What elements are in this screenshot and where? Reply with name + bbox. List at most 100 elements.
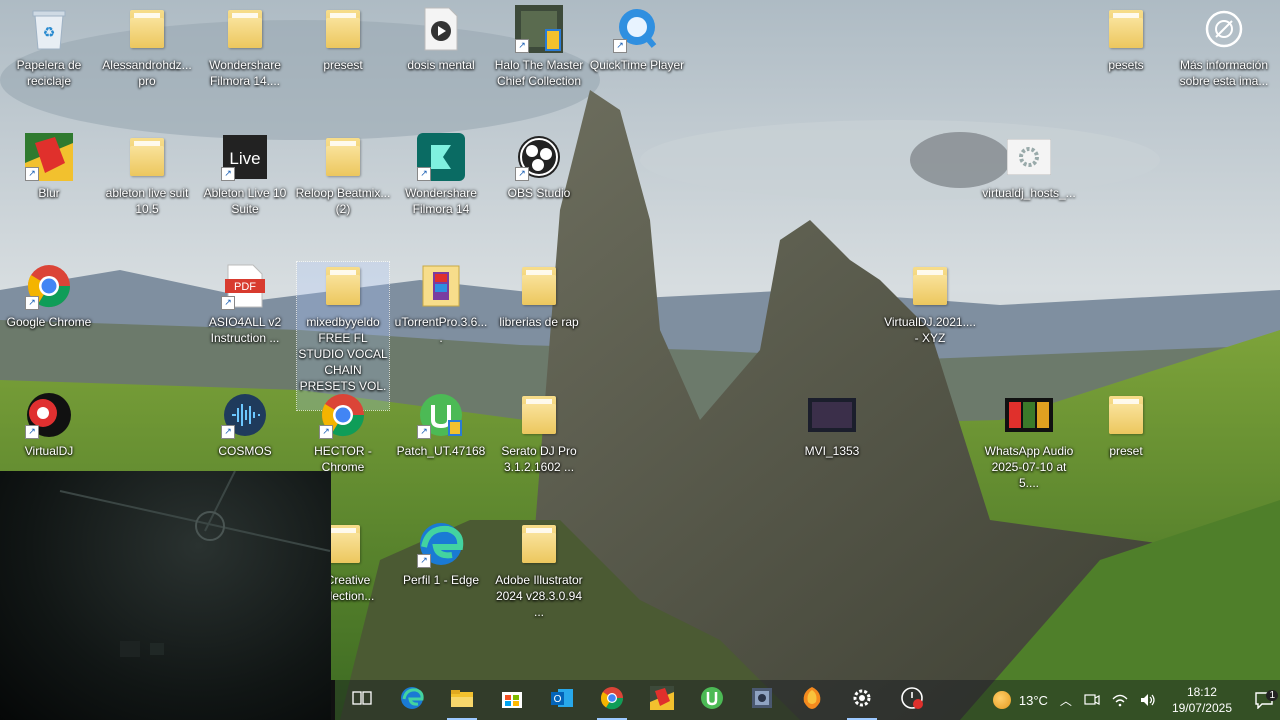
desktop-icon[interactable]: ↗ Patch_UT.47168 [395,391,487,459]
desktop-icon-label: preset [1109,444,1143,458]
desktop-icon[interactable]: virtualdj_hosts_... [982,133,1076,201]
desktop-icon[interactable]: Wondershare Filmora 14.... [199,5,291,89]
folder-icon [123,133,171,181]
taskbar-button-edge[interactable] [387,680,437,720]
desktop-icon[interactable]: ↗ Wondershare Filmora 14 [395,133,487,217]
desktop-icon-label: Blur [38,186,60,200]
shortcut-arrow-icon: ↗ [25,296,39,310]
desktop-icon[interactable]: uTorrentPro.3.6.... [395,262,487,346]
edge-icon: ↗ [417,520,465,568]
folder-icon [319,262,367,310]
desktop-icon-label: uTorrentPro.3.6.... [394,315,488,345]
folder-icon [515,391,563,439]
taskbar-button-settings[interactable] [837,680,887,720]
chrome-icon: ↗ [25,262,73,310]
desktop-icon-label: ableton live suit 10.5 [105,186,189,216]
notification-count: 1 [1266,690,1278,701]
desktop-icon-label: VirtualDJ [24,444,74,458]
desktop-icon[interactable]: Live ↗ Ableton Live 10 Suite [199,133,291,217]
edge-icon [400,686,424,715]
desktop-icon[interactable]: ↗ HECTOR - Chrome [297,391,389,475]
desktop-icon[interactable]: Alessandrohdz... pro [101,5,193,89]
task-view-icon [352,689,372,712]
desktop-icon-label: Wondershare Filmora 14.... [209,58,281,88]
desktop-icon[interactable]: ↗ OBS Studio [493,133,585,201]
desktop-icon-label: Wondershare Filmora 14 [405,186,477,216]
desktop-icon-label: MVI_1353 [804,444,860,458]
app-icon [750,686,774,715]
taskbar-button-utorrent[interactable] [687,680,737,720]
clock-time: 18:12 [1186,685,1217,699]
shortcut-arrow-icon: ↗ [221,167,235,181]
folder-icon [1102,5,1150,53]
volume-icon[interactable] [1134,693,1162,707]
shortcut-arrow-icon: ↗ [25,425,39,439]
desktop-icon[interactable]: ↗ Google Chrome [3,262,95,330]
desktop-icon[interactable]: ↗ Blur [3,133,95,201]
virtualdj-icon: ↗ [25,391,73,439]
desktop-icon[interactable]: preset [1080,391,1172,459]
desktop-icon-label: Más información sobre esta ima... [1179,58,1269,88]
recorder-icon [900,686,924,715]
quicktime-icon: ↗ [613,5,661,53]
cosmos-icon: ↗ [221,391,269,439]
desktop-icon[interactable]: VirtualDJ.2021.... - XYZ [884,262,976,346]
obs-icon: ↗ [515,133,563,181]
desktop-icon[interactable]: pesets [1080,5,1172,73]
chrome-icon: ↗ [319,391,367,439]
desktop-icon[interactable]: ↗ VirtualDJ [3,391,95,459]
taskbar-button-chrome[interactable] [587,680,637,720]
folder-icon [1102,391,1150,439]
shortcut-arrow-icon: ↗ [613,39,627,53]
desktop-icon-label: Ableton Live 10 Suite [203,186,287,216]
desktop-icon-label: Papelera de reciclaje [16,58,82,88]
taskbar-button-recorder[interactable] [887,680,937,720]
desktop-icon-label: Google Chrome [6,315,92,329]
file-explorer-icon [450,688,474,713]
folder-icon [515,262,563,310]
show-hidden-icons-button[interactable]: ︿ [1054,692,1078,709]
desktop-icon-label: QuickTime Player [589,58,685,72]
desktop-icon[interactable]: mixedbyyeldo FREE FL STUDIO VOCAL CHAIN … [296,261,390,411]
taskbar-button-game[interactable] [637,680,687,720]
desktop-icon[interactable]: ↗ COSMOS [199,391,291,459]
desktop-icon[interactable]: Reloop Beatmix... (2) [295,133,391,217]
store-icon [501,687,523,714]
wifi-icon[interactable] [1106,693,1134,707]
desktop-icon[interactable]: Serato DJ Pro 3.1.2.1602 ... [493,391,585,475]
taskbar-button-outlook[interactable]: O [537,680,587,720]
filmora-icon: ↗ [417,133,465,181]
taskbar-button-task-view[interactable] [337,680,387,720]
taskbar-button-app[interactable] [737,680,787,720]
weather-widget[interactable]: 13°C [987,691,1054,709]
clock[interactable]: 18:12 19/07/2025 [1162,684,1242,716]
pdf-icon: PDF ↗ [221,262,269,310]
desktop-icon[interactable]: ↗ Perfil 1 - Edge [395,520,487,588]
desktop-icon[interactable]: Adobe Illustrator 2024 v28.3.0.94 ... [493,520,585,620]
system-tray: 13°C ︿ 18:12 19/07/2025 1 [987,680,1280,720]
desktop-icon[interactable]: WhatsApp Audio 2025-07-10 at 5.... [983,391,1075,491]
weather-icon [992,691,1011,709]
desktop-icon[interactable]: presest [297,5,389,73]
ableton-icon: Live ↗ [221,133,269,181]
video-file-icon [417,5,465,53]
desktop-icon[interactable]: ableton live suit 10.5 [101,133,193,217]
desktop-icon[interactable]: dosis mental [395,5,487,73]
desktop-icon[interactable]: MVI_1353 [786,391,878,459]
notification-center-button[interactable]: 1 [1242,690,1280,709]
desktop-icon[interactable]: ↗ QuickTime Player [589,5,685,73]
desktop-icon-label: Reloop Beatmix... (2) [295,186,391,216]
taskbar-button-file-explorer[interactable] [437,680,487,720]
shortcut-arrow-icon: ↗ [319,425,333,439]
desktop-icon-label: OBS Studio [507,186,571,200]
taskbar-button-fl-studio[interactable] [787,680,837,720]
desktop-icon[interactable]: ♻ Papelera de reciclaje [3,5,95,89]
game-icon: ↗ [515,5,563,53]
desktop-icon[interactable]: librerias de rap [493,262,585,330]
desktop-icon[interactable]: PDF ↗ ASIO4ALL v2 Instruction ... [199,262,291,346]
taskbar-button-store[interactable] [487,680,537,720]
desktop-icon[interactable]: Más información sobre esta ima... [1178,5,1270,89]
meet-now-icon[interactable] [1078,693,1106,707]
desktop-icon[interactable]: ↗ Halo The Master Chief Collection [493,5,585,89]
desktop-icon-label: WhatsApp Audio 2025-07-10 at 5.... [984,444,1074,490]
